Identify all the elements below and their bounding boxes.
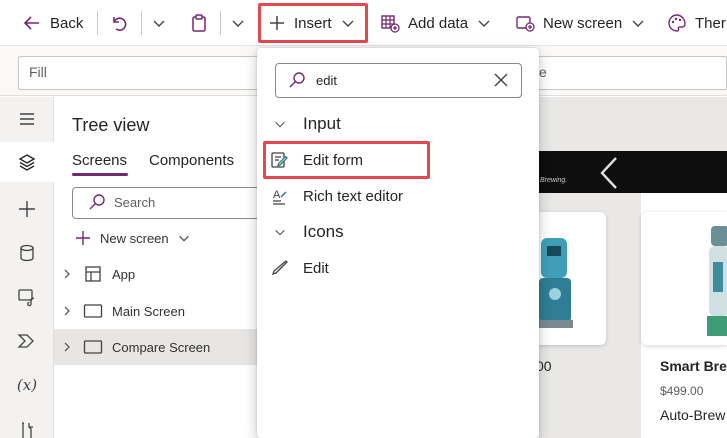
- back-arrow-icon: [22, 13, 42, 33]
- chevron-right-icon[interactable]: [54, 341, 80, 353]
- coffee-machine-image: [707, 222, 727, 340]
- plus-icon: [74, 229, 92, 247]
- app-tree-icon: [80, 265, 106, 283]
- tree-item-label: Compare Screen: [112, 339, 211, 355]
- add-data-label: Add data: [408, 14, 469, 32]
- insert-item-rich-text-editor[interactable]: A Rich text editor: [257, 179, 539, 213]
- variables-icon[interactable]: (x): [0, 365, 54, 405]
- tree-item-label: Main Screen: [112, 303, 185, 319]
- insert-highlight-box: [258, 3, 368, 43]
- toolbar-divider: [220, 11, 221, 35]
- clear-search-icon[interactable]: [493, 72, 509, 88]
- tab-components[interactable]: Components: [149, 152, 234, 169]
- plus-icon[interactable]: [0, 189, 54, 229]
- tree-item-label: App: [112, 266, 136, 282]
- tree-new-screen-label: New screen: [100, 230, 169, 246]
- tree-item-compare-screen[interactable]: Compare Screen: [54, 329, 260, 365]
- insert-group-input[interactable]: Input: [257, 108, 539, 140]
- back-button[interactable]: Back: [22, 0, 83, 46]
- tab-screens[interactable]: Screens: [72, 152, 127, 169]
- chevron-down-icon: [177, 231, 191, 245]
- svg-text:A: A: [273, 189, 281, 201]
- toolbar-divider: [141, 11, 142, 35]
- tree-item-app[interactable]: App: [54, 256, 260, 292]
- chevron-right-icon[interactable]: [54, 305, 80, 317]
- coffee-machine-image: [535, 234, 575, 332]
- new-screen-icon: [515, 13, 535, 33]
- layers-icon[interactable]: [0, 142, 54, 182]
- undo-icon: [108, 13, 128, 33]
- chevron-right-icon[interactable]: [54, 268, 80, 280]
- undo-button[interactable]: [108, 0, 128, 46]
- clipboard-icon: [189, 13, 209, 33]
- new-screen-button[interactable]: New screen: [515, 0, 646, 46]
- insert-item-edit-icon[interactable]: Edit: [257, 251, 539, 285]
- insert-search-input[interactable]: [275, 63, 522, 98]
- edit-form-highlight-box: [263, 141, 430, 179]
- brand-tagline: Brewing.: [540, 177, 568, 184]
- new-screen-label: New screen: [543, 14, 623, 32]
- product-subtitle: Auto-Brew: [660, 407, 726, 423]
- theme-label: Ther: [695, 14, 726, 32]
- undo-dropdown-button[interactable]: [151, 0, 167, 46]
- theme-button[interactable]: Ther: [667, 0, 726, 46]
- tree-search-placeholder: Search: [114, 195, 156, 210]
- tools-icon[interactable]: [0, 411, 54, 438]
- rich-text-icon: A: [257, 186, 303, 206]
- tree-view-title: Tree view: [72, 115, 150, 135]
- insert-group-icons[interactable]: Icons: [257, 216, 539, 248]
- power-automate-icon[interactable]: [0, 321, 54, 361]
- toolbar-divider: [97, 11, 98, 35]
- add-table-icon: [380, 13, 400, 33]
- chevron-down-icon: [257, 117, 303, 131]
- insert-group-label: Icons: [303, 222, 344, 241]
- media-icon[interactable]: [0, 277, 54, 317]
- chevron-down-icon: [230, 15, 246, 31]
- active-tab-indicator: [72, 173, 128, 176]
- database-icon[interactable]: [0, 233, 54, 273]
- formula-text-fragment: e: [539, 64, 547, 80]
- property-value: Fill: [29, 64, 47, 80]
- pencil-icon: [257, 258, 303, 278]
- hamburger-icon[interactable]: [0, 99, 54, 139]
- back-chevron-icon[interactable]: [598, 156, 620, 190]
- product-title: Smart Bre: [660, 358, 727, 374]
- screen-icon: [80, 339, 106, 355]
- insert-group-label: Input: [303, 114, 341, 133]
- left-rail: (x): [0, 97, 54, 438]
- tree-item-main-screen[interactable]: Main Screen: [54, 293, 260, 329]
- insert-item-label: Rich text editor: [303, 187, 404, 205]
- search-icon: [88, 193, 106, 211]
- screen-icon: [80, 303, 106, 319]
- chevron-down-icon: [476, 15, 492, 31]
- insert-item-label: Edit: [303, 259, 329, 277]
- chevron-down-icon: [257, 225, 303, 239]
- product-price: $499.00: [660, 384, 704, 398]
- insert-search-value: edit: [316, 73, 337, 88]
- paste-button[interactable]: [189, 0, 209, 46]
- palette-icon: [667, 13, 687, 33]
- chevron-down-icon: [630, 15, 646, 31]
- product-card[interactable]: [641, 212, 727, 345]
- search-icon: [288, 71, 306, 89]
- add-data-button[interactable]: Add data: [380, 0, 492, 46]
- tree-new-screen-button[interactable]: New screen: [74, 228, 191, 248]
- back-label: Back: [50, 14, 84, 32]
- paste-dropdown-button[interactable]: [230, 0, 246, 46]
- chevron-down-icon: [151, 15, 167, 31]
